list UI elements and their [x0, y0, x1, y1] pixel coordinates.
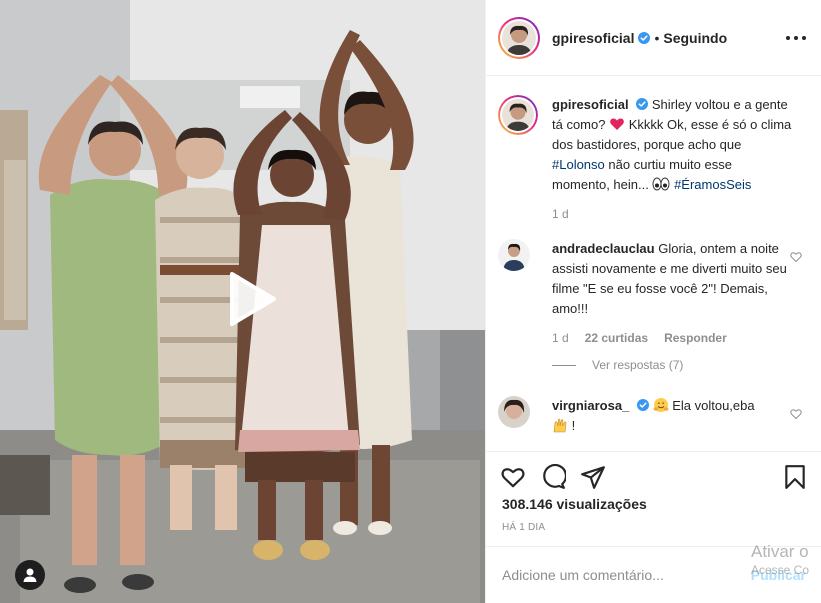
- post-header: gpiresoficial • Seguindo: [486, 0, 821, 76]
- caption-avatar[interactable]: [498, 95, 538, 135]
- comment-avatar[interactable]: [498, 396, 530, 428]
- play-icon[interactable]: [214, 266, 280, 332]
- post-video[interactable]: [0, 0, 485, 603]
- view-replies-label: Ver respostas (7): [592, 358, 684, 372]
- comment-icon[interactable]: [540, 464, 566, 490]
- caption-time[interactable]: 1 d: [552, 207, 569, 221]
- more-options-icon[interactable]: [786, 28, 806, 48]
- author-username[interactable]: gpiresoficial: [552, 30, 634, 46]
- heart-icon[interactable]: [500, 464, 526, 490]
- comment-meta: 1 d 22 curtidas Responder: [552, 331, 810, 345]
- comment-trailing: !: [571, 418, 576, 433]
- comment-item: andradeclauclau Gloria, ontem a noite as…: [498, 239, 810, 345]
- comment-like-heart-icon[interactable]: [790, 251, 802, 263]
- comment-text: andradeclauclau Gloria, ontem a noite as…: [552, 239, 792, 319]
- raising-hands-emoji-icon: [553, 418, 567, 433]
- verified-badge-icon: [636, 399, 649, 411]
- comment-likes[interactable]: 22 curtidas: [585, 331, 648, 345]
- user-tag-icon[interactable]: [15, 560, 45, 590]
- bookmark-icon[interactable]: [782, 464, 808, 490]
- post-side-panel: gpiresoficial • Seguindo gpiresoficial S…: [485, 0, 821, 603]
- share-icon[interactable]: [580, 464, 606, 490]
- comment-time[interactable]: 1 d: [552, 331, 569, 345]
- view-count[interactable]: 308.146 visualizações: [502, 496, 647, 512]
- caption-text: gpiresoficial Shirley voltou e a gente t…: [552, 95, 792, 195]
- author-avatar[interactable]: [498, 16, 540, 59]
- caption: gpiresoficial Shirley voltou e a gente t…: [498, 95, 810, 221]
- header-separator: •: [654, 29, 660, 46]
- reply-button[interactable]: Responder: [664, 331, 727, 345]
- verified-badge-icon: [638, 31, 651, 44]
- comment-like-heart-icon[interactable]: [790, 408, 802, 420]
- red-heart-emoji-icon: [610, 118, 624, 130]
- hashtag-lolonso[interactable]: #Lolonso: [552, 157, 605, 172]
- add-comment-bar: Publicar: [486, 546, 821, 603]
- caption-meta: 1 d: [552, 207, 810, 221]
- view-replies-button[interactable]: Ver respostas (7): [552, 358, 683, 372]
- action-bar: [486, 451, 821, 495]
- comment-text: virgniarosa_ Ela voltou,eba !: [552, 396, 792, 436]
- comment-avatar[interactable]: [498, 239, 530, 271]
- following-button[interactable]: Seguindo: [663, 30, 727, 46]
- eyes-emoji-icon: [652, 177, 670, 191]
- verified-badge-icon: [636, 98, 649, 110]
- comment-body: Ela voltou,eba: [672, 398, 755, 413]
- hugging-face-emoji-icon: [653, 398, 669, 412]
- hashtag-eramosseis[interactable]: #ÉramosSeis: [674, 177, 751, 192]
- caption-username[interactable]: gpiresoficial: [552, 97, 629, 112]
- comments-list[interactable]: gpiresoficial Shirley voltou e a gente t…: [486, 77, 821, 447]
- comment-username[interactable]: andradeclauclau: [552, 241, 655, 256]
- add-comment-input[interactable]: [502, 565, 752, 585]
- posted-time[interactable]: HÁ 1 DIA: [502, 522, 545, 533]
- publish-button[interactable]: Publicar: [751, 567, 806, 583]
- comment-username[interactable]: virgniarosa_: [552, 398, 629, 413]
- comment-item: virgniarosa_ Ela voltou,eba !: [498, 396, 810, 436]
- view-replies-line: [552, 364, 576, 366]
